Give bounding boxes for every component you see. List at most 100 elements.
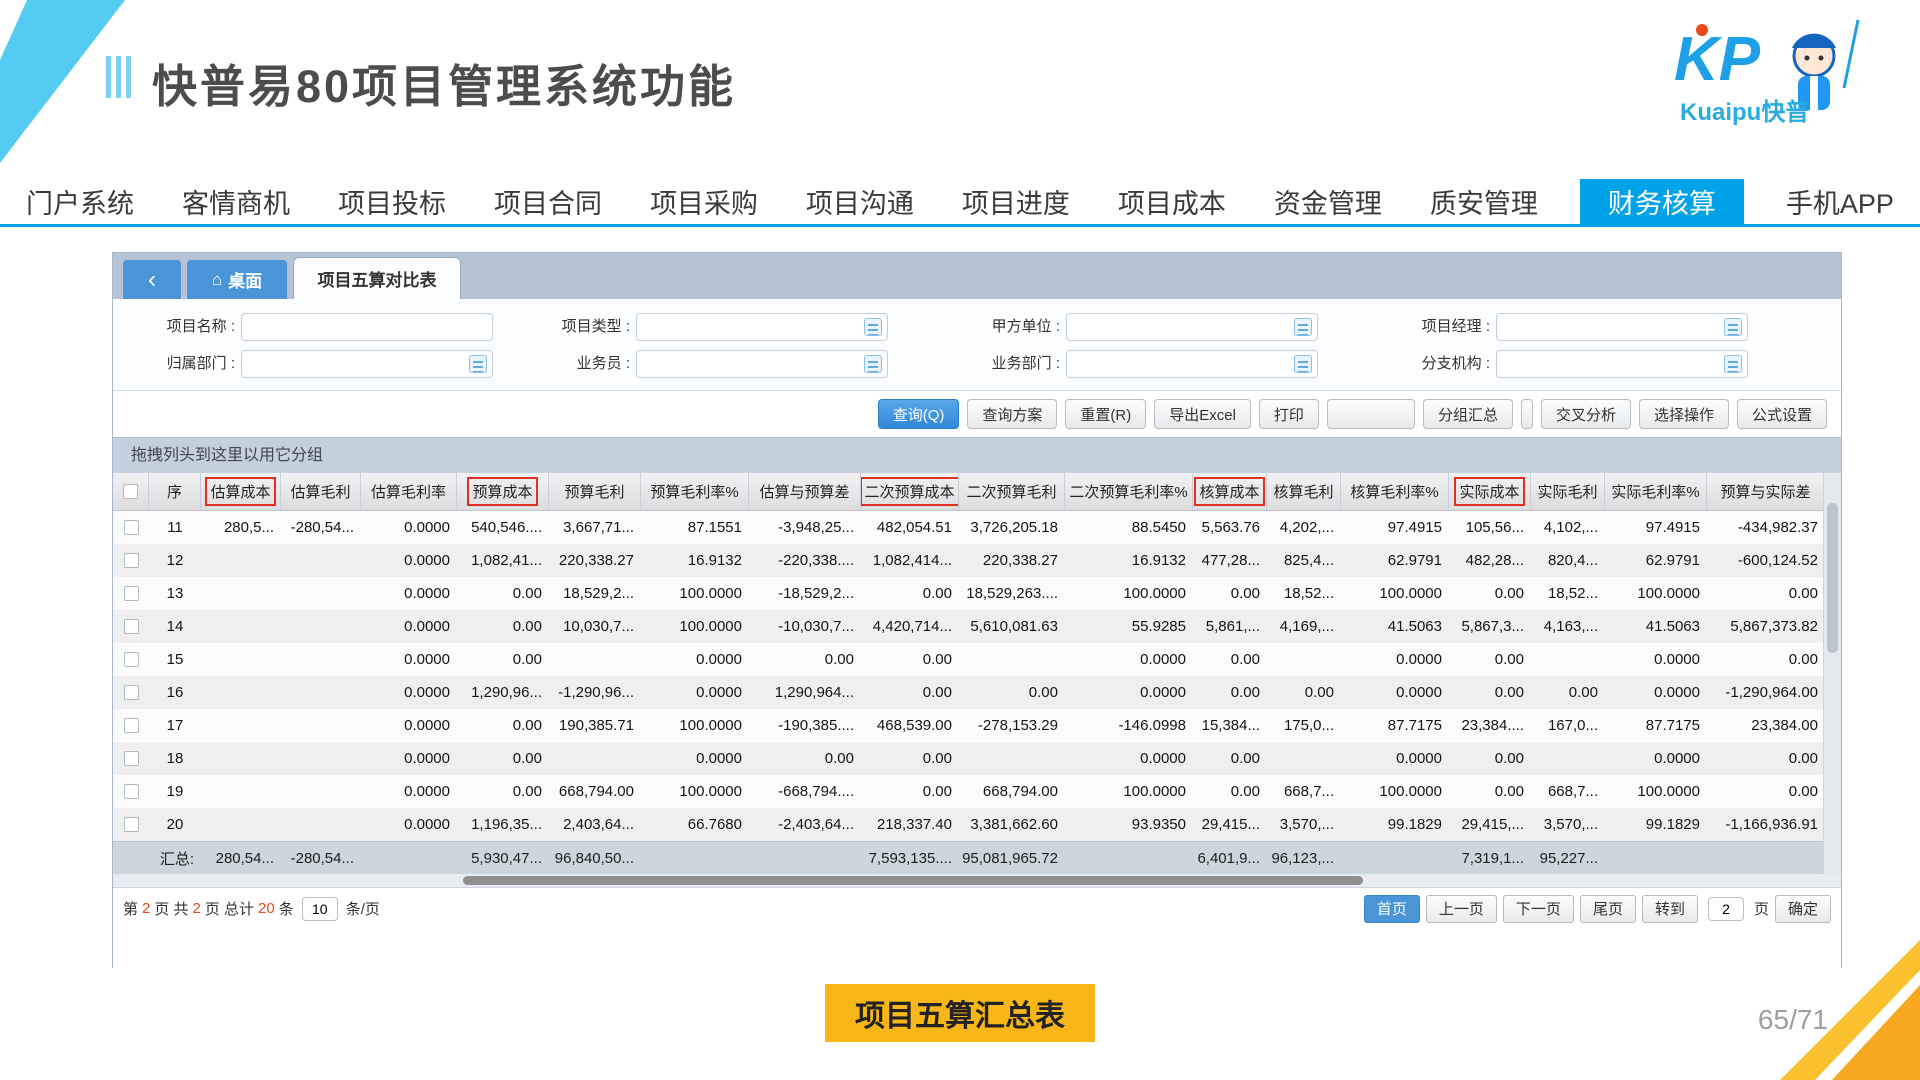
nav-item-项目进度[interactable]: 项目进度 <box>956 179 1076 224</box>
row-checkbox[interactable] <box>124 751 139 766</box>
header-二次预算成本[interactable]: 二次预算成本 <box>861 473 959 510</box>
goto-page-input[interactable] <box>1708 897 1744 921</box>
header-实际毛利率%[interactable]: 实际毛利率% <box>1605 473 1707 510</box>
list-picker-icon[interactable] <box>1724 355 1742 373</box>
row-cell: 0.0000 <box>361 709 457 742</box>
row-cell <box>549 643 641 676</box>
pager-button-下一页[interactable]: 下一页 <box>1503 895 1574 923</box>
header-核算毛利率%[interactable]: 核算毛利率% <box>1341 473 1449 510</box>
row-checkbox[interactable] <box>124 553 139 568</box>
header-预算成本[interactable]: 预算成本 <box>457 473 549 510</box>
header-实际毛利[interactable]: 实际毛利 <box>1531 473 1605 510</box>
nav-item-资金管理[interactable]: 资金管理 <box>1268 179 1388 224</box>
pager-button-首页[interactable]: 首页 <box>1364 895 1420 923</box>
row-checkbox[interactable] <box>124 784 139 799</box>
confirm-button[interactable]: 确定 <box>1775 895 1831 923</box>
pager-button-尾页[interactable]: 尾页 <box>1580 895 1636 923</box>
nav-item-项目投标[interactable]: 项目投标 <box>332 179 452 224</box>
horizontal-scrollbar[interactable] <box>113 874 1841 887</box>
list-picker-icon[interactable] <box>1724 318 1742 336</box>
toolbar-button-blank[interactable] <box>1327 399 1415 429</box>
filter-input[interactable] <box>636 350 888 378</box>
row-cell: 5,867,3... <box>1449 610 1531 643</box>
toolbar-button-交叉分析[interactable]: 交叉分析 <box>1541 399 1631 429</box>
row-cell: 0.00 <box>1267 676 1341 709</box>
header-预算与实际差[interactable]: 预算与实际差 <box>1707 473 1825 510</box>
filter-input[interactable] <box>241 350 493 378</box>
filter-input[interactable] <box>1066 350 1318 378</box>
row-checkbox[interactable] <box>124 520 139 535</box>
row-cell: 1,290,964... <box>749 676 861 709</box>
toolbar-button-重置(R)[interactable]: 重置(R) <box>1065 399 1146 429</box>
header-二次预算毛利率%[interactable]: 二次预算毛利率% <box>1065 473 1193 510</box>
header-核算毛利[interactable]: 核算毛利 <box>1267 473 1341 510</box>
vertical-scrollbar-thumb[interactable] <box>1827 503 1838 653</box>
row-cell: 97.4915 <box>1605 511 1707 544</box>
nav-item-门户系统[interactable]: 门户系统 <box>20 179 140 224</box>
row-checkbox[interactable] <box>124 817 139 832</box>
row-cell: 820,4... <box>1531 544 1605 577</box>
back-button[interactable]: ‹ <box>123 260 181 299</box>
select-all-checkbox[interactable] <box>123 484 138 499</box>
filter-input[interactable] <box>1496 313 1748 341</box>
header-核算成本[interactable]: 核算成本 <box>1193 473 1267 510</box>
pager-button-上一页[interactable]: 上一页 <box>1426 895 1497 923</box>
header-二次预算毛利[interactable]: 二次预算毛利 <box>959 473 1065 510</box>
nav-item-项目采购[interactable]: 项目采购 <box>644 179 764 224</box>
row-cell <box>281 544 361 577</box>
goto-label-button[interactable]: 转到 <box>1642 895 1698 923</box>
list-picker-icon[interactable] <box>1294 318 1312 336</box>
filter-label: 甲方单位 : <box>948 313 1060 341</box>
horizontal-scrollbar-thumb[interactable] <box>463 876 1363 885</box>
row-cell <box>549 742 641 775</box>
nav-item-项目沟通[interactable]: 项目沟通 <box>800 179 920 224</box>
header-估算毛利[interactable]: 估算毛利 <box>281 473 361 510</box>
nav-item-质安管理[interactable]: 质安管理 <box>1424 179 1544 224</box>
row-checkbox[interactable] <box>124 619 139 634</box>
filter-input[interactable] <box>241 313 493 341</box>
toolbar-button-打印[interactable]: 打印 <box>1259 399 1319 429</box>
vertical-scrollbar[interactable] <box>1823 473 1841 874</box>
tab-desktop[interactable]: ⌂ 桌面 <box>187 260 287 299</box>
row-cell: 0.0000 <box>1605 676 1707 709</box>
header-实际成本[interactable]: 实际成本 <box>1449 473 1531 510</box>
header-估算与预算差[interactable]: 估算与预算差 <box>749 473 861 510</box>
row-cell: 0.0000 <box>1605 643 1707 676</box>
list-picker-icon[interactable] <box>469 355 487 373</box>
toolbar-button-公式设置[interactable]: 公式设置 <box>1737 399 1827 429</box>
page-size-input[interactable] <box>302 897 338 921</box>
toolbar-button-导出Excel[interactable]: 导出Excel <box>1154 399 1251 429</box>
list-picker-icon[interactable] <box>864 318 882 336</box>
filter-input[interactable] <box>1496 350 1748 378</box>
nav-item-客情商机[interactable]: 客情商机 <box>176 179 296 224</box>
nav-item-手机APP[interactable]: 手机APP <box>1780 179 1900 224</box>
row-cell: -1,290,964.00 <box>1707 676 1825 709</box>
filter-input[interactable] <box>1066 313 1318 341</box>
row-checkbox[interactable] <box>124 718 139 733</box>
group-drop-zone[interactable]: 拖拽列头到这里以用它分组 <box>113 437 1841 473</box>
row-cell: 0.0000 <box>361 544 457 577</box>
header-估算成本[interactable]: 估算成本 <box>201 473 281 510</box>
nav-item-项目合同[interactable]: 项目合同 <box>488 179 608 224</box>
header-预算毛利[interactable]: 预算毛利 <box>549 473 641 510</box>
toolbar-button-查询(Q)[interactable]: 查询(Q) <box>878 399 960 429</box>
row-checkbox[interactable] <box>124 685 139 700</box>
toolbar-button-查询方案[interactable]: 查询方案 <box>967 399 1057 429</box>
row-seq: 17 <box>149 709 201 742</box>
row-cell: 0.00 <box>861 577 959 610</box>
filter-input[interactable] <box>636 313 888 341</box>
header-估算毛利率[interactable]: 估算毛利率 <box>361 473 457 510</box>
row-cell: 468,539.00 <box>861 709 959 742</box>
nav-item-财务核算[interactable]: 财务核算 <box>1580 179 1744 224</box>
row-checkbox[interactable] <box>124 652 139 667</box>
nav-item-项目成本[interactable]: 项目成本 <box>1112 179 1232 224</box>
list-picker-icon[interactable] <box>1294 355 1312 373</box>
header-预算毛利率%[interactable]: 预算毛利率% <box>641 473 749 510</box>
toolbar-button-选择操作[interactable]: 选择操作 <box>1639 399 1729 429</box>
row-checkbox[interactable] <box>124 586 139 601</box>
row-cell: 280,5... <box>201 511 281 544</box>
toolbar-button-分组汇总[interactable]: 分组汇总 <box>1423 399 1513 429</box>
list-picker-icon[interactable] <box>864 355 882 373</box>
tab-active[interactable]: 项目五算对比表 <box>293 257 461 299</box>
summary-cell <box>1707 842 1825 874</box>
